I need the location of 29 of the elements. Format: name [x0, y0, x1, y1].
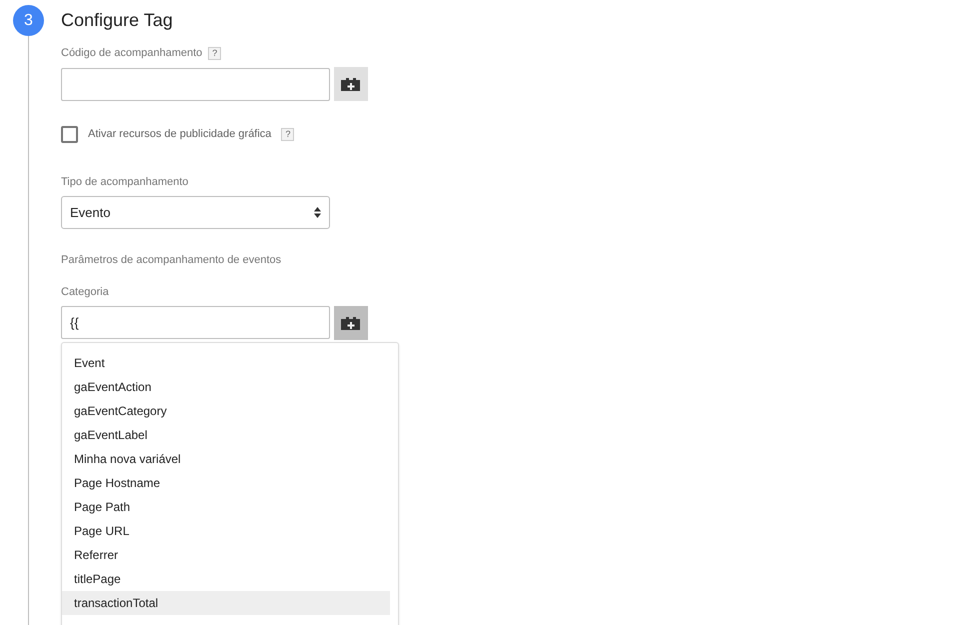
- step-number: 3: [13, 5, 44, 36]
- menu-item[interactable]: Minha nova variável: [62, 446, 390, 470]
- sort-caret-icon: [314, 207, 321, 218]
- checkbox-label: Ativar recursos de publicidade gráfica: [88, 127, 272, 142]
- help-icon[interactable]: ?: [281, 128, 294, 141]
- variable-button[interactable]: [334, 306, 368, 340]
- menu-item[interactable]: gaEventLabel: [62, 422, 390, 446]
- menu-item[interactable]: Page URL: [62, 518, 390, 542]
- field-label: Categoria: [61, 286, 109, 298]
- menu-item[interactable]: gaEventCategory: [62, 398, 390, 422]
- menu-item[interactable]: gaEventAction: [62, 374, 390, 398]
- select-field[interactable]: Evento: [61, 196, 330, 229]
- menu-item[interactable]: Page Path: [62, 494, 390, 518]
- variable-icon: [340, 77, 362, 91]
- menu-item[interactable]: Page Hostname: [62, 470, 390, 494]
- menu-item[interactable]: Referrer: [62, 542, 390, 566]
- step-title: Configure Tag: [61, 9, 174, 32]
- menu-item[interactable]: Event: [62, 350, 390, 374]
- text-input[interactable]: [61, 68, 330, 100]
- menu-item[interactable]: transactionTotal: [62, 590, 390, 614]
- text-input[interactable]: {{: [61, 306, 330, 339]
- checkbox[interactable]: [61, 126, 78, 143]
- variable-icon: [340, 316, 362, 330]
- menu-item[interactable]: titlePage: [62, 566, 390, 590]
- field-label: Tipo de acompanhamento: [61, 176, 188, 189]
- section-heading: Parâmetros de acompanhamento de eventos: [61, 253, 282, 268]
- help-icon[interactable]: ?: [208, 47, 222, 60]
- field-label: Código de acompanhamento: [61, 47, 202, 60]
- variable-button[interactable]: [334, 67, 368, 101]
